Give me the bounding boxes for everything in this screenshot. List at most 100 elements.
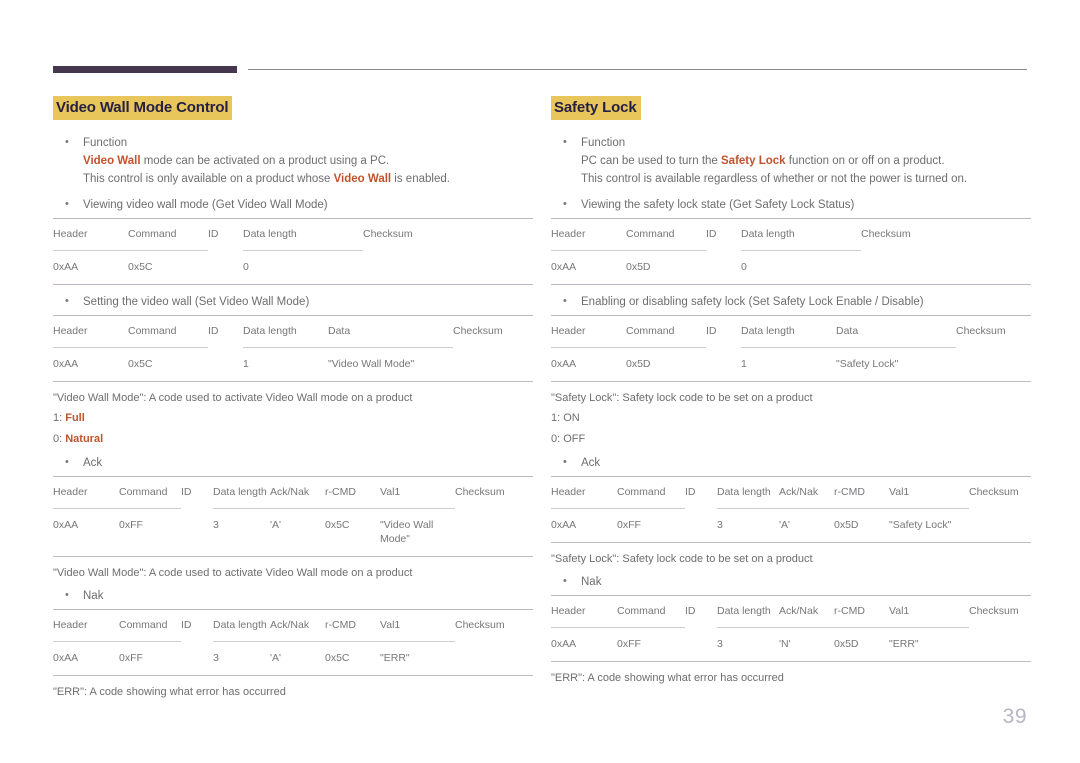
cell-r-cmd: 0x5C: [325, 641, 380, 675]
code-1-prefix: 1:: [53, 412, 66, 424]
col-header-data-length: Data length: [717, 605, 771, 617]
col-header-checksum: Checksum: [453, 325, 503, 337]
function-line-2: This control is available regardless of …: [581, 173, 968, 185]
function-line-2-post: is enabled.: [391, 173, 450, 185]
function-label: Function: [581, 137, 626, 149]
cell-ack-nak: 'A': [270, 508, 325, 556]
code-line-0: 0: OFF: [551, 433, 586, 445]
table-row: 0xAA 0xFF 3 'A' 0x5D "Safety Lock": [551, 508, 1031, 542]
col-header-ack-nak: Ack/Nak: [270, 486, 310, 498]
col-header-command: Command: [119, 619, 168, 631]
cell-ack-nak: 'A': [270, 641, 325, 675]
col-header-data-length: Data length: [243, 228, 297, 240]
cell-ack-nak: 'N': [779, 627, 834, 661]
col-header-header: Header: [551, 486, 586, 498]
nak-label: Nak: [83, 590, 104, 602]
table-nak: Header Command ID Data length Ack/Nak r-…: [53, 609, 533, 675]
col-header-command: Command: [119, 486, 168, 498]
cell-checksum: [455, 642, 533, 676]
col-header-checksum: Checksum: [969, 486, 1019, 498]
accent-video-wall-2: Video Wall: [333, 173, 392, 185]
col-header-header: Header: [53, 228, 88, 240]
col-header-ack-nak: Ack/Nak: [779, 486, 819, 498]
table-header-row: Header Command ID Data length Ack/Nak r-…: [551, 476, 1031, 509]
col-header-id: ID: [208, 228, 219, 240]
col-header-id: ID: [706, 325, 717, 337]
cell-data: "Safety Lock": [836, 347, 956, 381]
function-line-1: PC can be used to turn the Safety Lock f…: [581, 152, 1031, 170]
table-get-safety-lock-wrap: Header Command ID Data length Checksum 0…: [551, 218, 1031, 285]
table-bottom-rule: [551, 284, 1031, 285]
table-bottom-rule: [53, 556, 533, 557]
cell-id: [181, 642, 213, 676]
cell-header: 0xAA: [53, 641, 119, 675]
cell-r-cmd: 0x5D: [834, 627, 889, 661]
table-bottom-rule: [53, 284, 533, 285]
col-header-checksum: Checksum: [956, 325, 1006, 337]
col-header-id: ID: [181, 486, 192, 498]
cell-checksum: [969, 628, 1031, 662]
col-header-data-length: Data length: [213, 486, 267, 498]
cell-command: 0xFF: [119, 508, 181, 556]
ack-label: Ack: [581, 457, 601, 469]
col-header-r-cmd: r-CMD: [325, 486, 356, 498]
cell-val1: "ERR": [380, 641, 455, 675]
table-ack-wrap: Header Command ID Data length Ack/Nak r-…: [551, 476, 1031, 543]
cell-data-length: 3: [717, 508, 779, 542]
cell-checksum: [453, 348, 533, 382]
col-header-command: Command: [128, 228, 177, 240]
col-header-header: Header: [53, 619, 88, 631]
table-set-safety-lock: Header Command ID Data length Data Check…: [551, 315, 1031, 381]
cell-header: 0xAA: [551, 250, 626, 284]
table-get-video-wall-mode: Header Command ID Data length Checksum 0…: [53, 218, 533, 284]
col-header-val1: Val1: [380, 486, 401, 498]
header-rule: [248, 69, 1027, 70]
col-header-header: Header: [551, 325, 586, 337]
cell-header: 0xAA: [53, 347, 128, 381]
col-header-id: ID: [706, 228, 717, 240]
function-line-1-post: function on or off on a product.: [785, 155, 945, 167]
cell-id: [706, 348, 741, 382]
cell-checksum: [455, 509, 533, 557]
cell-checksum: [363, 251, 533, 285]
nak-caption: "ERR": A code showing what error has occ…: [53, 686, 286, 698]
cell-checksum: [861, 251, 1031, 285]
bullet-ack: Ack: [53, 453, 533, 472]
cell-id: [208, 348, 243, 382]
cell-val1: "ERR": [889, 627, 969, 661]
col-header-command: Command: [617, 605, 666, 617]
col-header-data: Data: [836, 325, 859, 337]
cell-command: 0x5D: [626, 250, 706, 284]
set-video-wall-mode-label: Setting the video wall (Set Video Wall M…: [83, 296, 310, 308]
col-header-ack-nak: Ack/Nak: [270, 619, 310, 631]
accent-video-wall-1: Video Wall: [83, 155, 141, 167]
table-header-row: Header Command ID Data length Checksum: [53, 218, 533, 251]
cell-data-length: 0: [243, 250, 363, 284]
code-0-prefix: 0:: [53, 433, 66, 445]
table-row: 0xAA 0x5C 0: [53, 250, 533, 285]
cell-header: 0xAA: [53, 250, 128, 284]
table-row: 0xAA 0xFF 3 'N' 0x5D "ERR": [551, 627, 1031, 662]
col-header-ack-nak: Ack/Nak: [779, 605, 819, 617]
table-bottom-rule: [551, 381, 1031, 382]
table-set-video-wall-mode: Header Command ID Data length Data Check…: [53, 315, 533, 381]
ack-label: Ack: [83, 457, 103, 469]
cell-val1: "Safety Lock": [889, 508, 969, 542]
cell-id: [685, 628, 717, 662]
set-safety-lock-label: Enabling or disabling safety lock (Set S…: [581, 296, 924, 308]
bullet-get-video-wall-mode: Viewing video wall mode (Get Video Wall …: [53, 195, 533, 214]
table-ack-wrap: Header Command ID Data length Ack/Nak r-…: [53, 476, 533, 557]
table-get-safety-lock: Header Command ID Data length Checksum 0…: [551, 218, 1031, 284]
table-set-safety-lock-wrap: Header Command ID Data length Data Check…: [551, 315, 1031, 382]
cell-r-cmd: 0x5C: [325, 508, 380, 556]
header-accent-bar: [53, 66, 237, 73]
get-safety-lock-status-label: Viewing the safety lock state (Get Safet…: [581, 199, 855, 211]
set-video-wall-mode-caption: "Video Wall Mode": A code used to activa…: [53, 392, 413, 404]
bullet-set-safety-lock: Enabling or disabling safety lock (Set S…: [551, 292, 1031, 311]
cell-data: "Video Wall Mode": [328, 347, 453, 381]
col-header-command: Command: [626, 325, 675, 337]
cell-data-length: 3: [213, 641, 270, 675]
col-header-data-length: Data length: [243, 325, 297, 337]
col-header-checksum: Checksum: [861, 228, 911, 240]
cell-data-length: 3: [717, 627, 779, 661]
